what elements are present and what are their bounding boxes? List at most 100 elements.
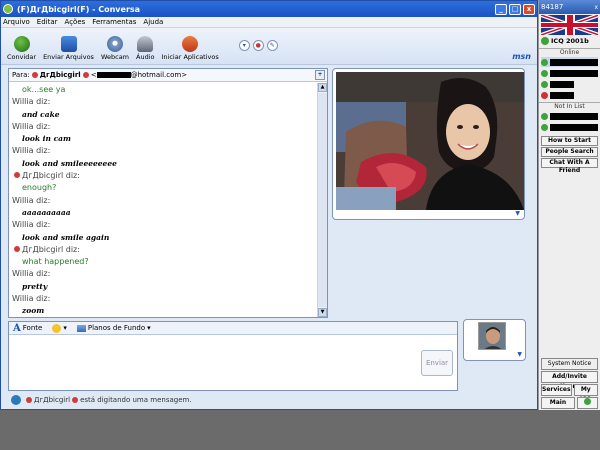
send-button[interactable]: Enviar xyxy=(421,350,453,376)
system-notice-button[interactable]: System Notice xyxy=(541,358,598,370)
redacted-email xyxy=(96,72,131,78)
icq-bottom-panel: System Notice Add/Invite Users Services … xyxy=(539,357,600,410)
icq-title-bar[interactable]: 84187 x xyxy=(539,0,600,14)
people-search-button[interactable]: People Search xyxy=(541,147,598,157)
message-sender: Willia diz: xyxy=(12,195,51,205)
away-icon xyxy=(541,91,548,99)
compose-toolbar: A Fonte ▾ Planos de Fundo ▾ xyxy=(9,322,457,335)
message-text: look in cam xyxy=(22,134,71,144)
invite-button[interactable]: Convidar xyxy=(7,36,36,61)
icq-brand: ICQ 2001b xyxy=(551,37,589,45)
backgrounds-button[interactable]: Planos de Fundo xyxy=(88,324,145,332)
chat-scrollbar[interactable]: ▲ ▼ xyxy=(317,83,327,317)
icq-contact[interactable] xyxy=(541,79,598,89)
send-files-button[interactable]: Enviar Arquivos xyxy=(43,36,94,61)
menu-editar[interactable]: Editar xyxy=(37,18,58,26)
background-icon xyxy=(76,324,86,332)
main-button[interactable]: Main xyxy=(541,397,575,409)
message-sender: Willia diz: xyxy=(12,146,51,156)
redacted-name xyxy=(550,80,574,88)
emoticon-icon[interactable] xyxy=(52,323,62,333)
menu-ajuda[interactable]: Ajuda xyxy=(143,18,163,26)
chevron-down-icon[interactable]: ▾ xyxy=(238,40,250,51)
scroll-up-icon[interactable]: ▲ xyxy=(318,83,327,92)
minimize-button[interactable]: _ xyxy=(495,3,507,15)
how-to-start-button[interactable]: How to Start xyxy=(541,136,598,146)
message-list: ok...see ya Willia diz: and cake Willia diz… xyxy=(9,83,317,317)
online-section-label: Online xyxy=(539,48,600,56)
message-text: and cake xyxy=(22,109,60,119)
icq-contact[interactable] xyxy=(541,68,598,78)
typing-status-icon xyxy=(11,395,21,405)
redacted-name xyxy=(550,91,574,99)
message-text: look and smile again xyxy=(22,232,110,242)
message-text: what happened? xyxy=(22,257,89,267)
scroll-thumb[interactable] xyxy=(318,93,327,307)
icq-contact[interactable] xyxy=(541,111,598,121)
message-text: zoom xyxy=(22,306,45,316)
msn-logo: msn xyxy=(512,52,531,61)
title-bar[interactable]: (F)ДгДbicgirl(F) - Conversa _ □ x xyxy=(1,1,537,17)
message-input[interactable] xyxy=(12,338,417,387)
online-icon xyxy=(541,80,548,88)
icq-contact[interactable] xyxy=(541,90,598,100)
avatar-options-icon[interactable]: ▼ xyxy=(517,351,522,358)
emoticon-dropdown-icon[interactable]: ▾ xyxy=(63,324,67,332)
message-text: enough? xyxy=(22,183,57,193)
message-text: aaaaaaaaaa xyxy=(22,207,71,217)
icq-uin: 84187 xyxy=(541,3,564,11)
maximize-button[interactable]: □ xyxy=(509,3,521,15)
webcam-button[interactable]: Webcam xyxy=(101,36,129,61)
redacted-name xyxy=(550,58,598,66)
icq-brand-row: ICQ 2001b xyxy=(539,36,600,46)
redacted-name xyxy=(550,123,598,131)
font-button[interactable]: Fonte xyxy=(23,324,43,332)
message-text: ok...see ya xyxy=(22,85,66,94)
icq-close-button[interactable]: x xyxy=(594,4,598,11)
close-button[interactable]: x xyxy=(523,3,535,15)
to-line: Para: ДгДbicgirl < @hotmail.com> + xyxy=(9,69,327,82)
add-contact-icon[interactable]: + xyxy=(315,70,325,80)
icq-contact[interactable] xyxy=(541,57,598,67)
compose-panel: A Fonte ▾ Planos de Fundo ▾ Enviar xyxy=(8,321,458,391)
audio-button[interactable]: Áudio xyxy=(136,36,155,61)
toolbar-extra-group: ▾ ● ✎ xyxy=(236,40,278,51)
to-contact-name: ДгДbicgirl xyxy=(39,71,81,79)
flower-icon xyxy=(14,172,20,179)
online-icon xyxy=(541,112,548,120)
font-icon: A xyxy=(13,322,21,334)
message-sender: Willia diz: xyxy=(12,269,51,279)
message-sender: ДгДbicgirl diz: xyxy=(12,244,314,256)
online-icon xyxy=(541,58,548,66)
apps-icon xyxy=(182,36,199,52)
block-icon[interactable]: ● xyxy=(252,40,264,51)
flower-icon xyxy=(72,397,79,403)
backgrounds-dropdown-icon[interactable]: ▾ xyxy=(147,324,151,332)
services-button[interactable]: Services xyxy=(541,384,572,396)
flower-icon xyxy=(31,72,38,78)
webcam-options-icon[interactable]: ▼ xyxy=(515,210,520,217)
avatar[interactable] xyxy=(478,322,506,350)
message-sender: ДгДbicgirl diz: xyxy=(12,170,314,182)
message-sender: Willia diz: xyxy=(12,220,51,230)
add-invite-users-button[interactable]: Add/Invite Users xyxy=(541,371,598,390)
status-flower-button[interactable] xyxy=(576,397,598,409)
icq-contact[interactable] xyxy=(541,122,598,132)
pen-icon[interactable]: ✎ xyxy=(266,40,278,51)
flower-icon xyxy=(14,245,20,252)
typing-status-text: está digitando uma mensagem. xyxy=(80,396,192,404)
webcam-icon xyxy=(106,36,123,52)
my-icq-button[interactable]: My ICQ xyxy=(573,384,598,403)
to-email-suffix: @hotmail.com> xyxy=(130,71,188,79)
scroll-down-icon[interactable]: ▼ xyxy=(318,308,327,317)
apps-button[interactable]: Iniciar Aplicativos xyxy=(162,36,219,61)
chat-with-friend-button[interactable]: Chat With A Friend xyxy=(541,158,598,174)
menu-acoes[interactable]: Ações xyxy=(65,18,86,26)
microphone-icon xyxy=(137,36,154,52)
icq-window: 84187 x ICQ 2001b Online Not In List How… xyxy=(538,0,600,410)
menu-ferramentas[interactable]: Ferramentas xyxy=(92,18,136,26)
menu-arquivo[interactable]: Arquivo xyxy=(3,18,30,26)
online-icon xyxy=(541,123,548,131)
uk-flag-banner xyxy=(541,15,598,35)
message-text: pretty xyxy=(22,281,48,291)
